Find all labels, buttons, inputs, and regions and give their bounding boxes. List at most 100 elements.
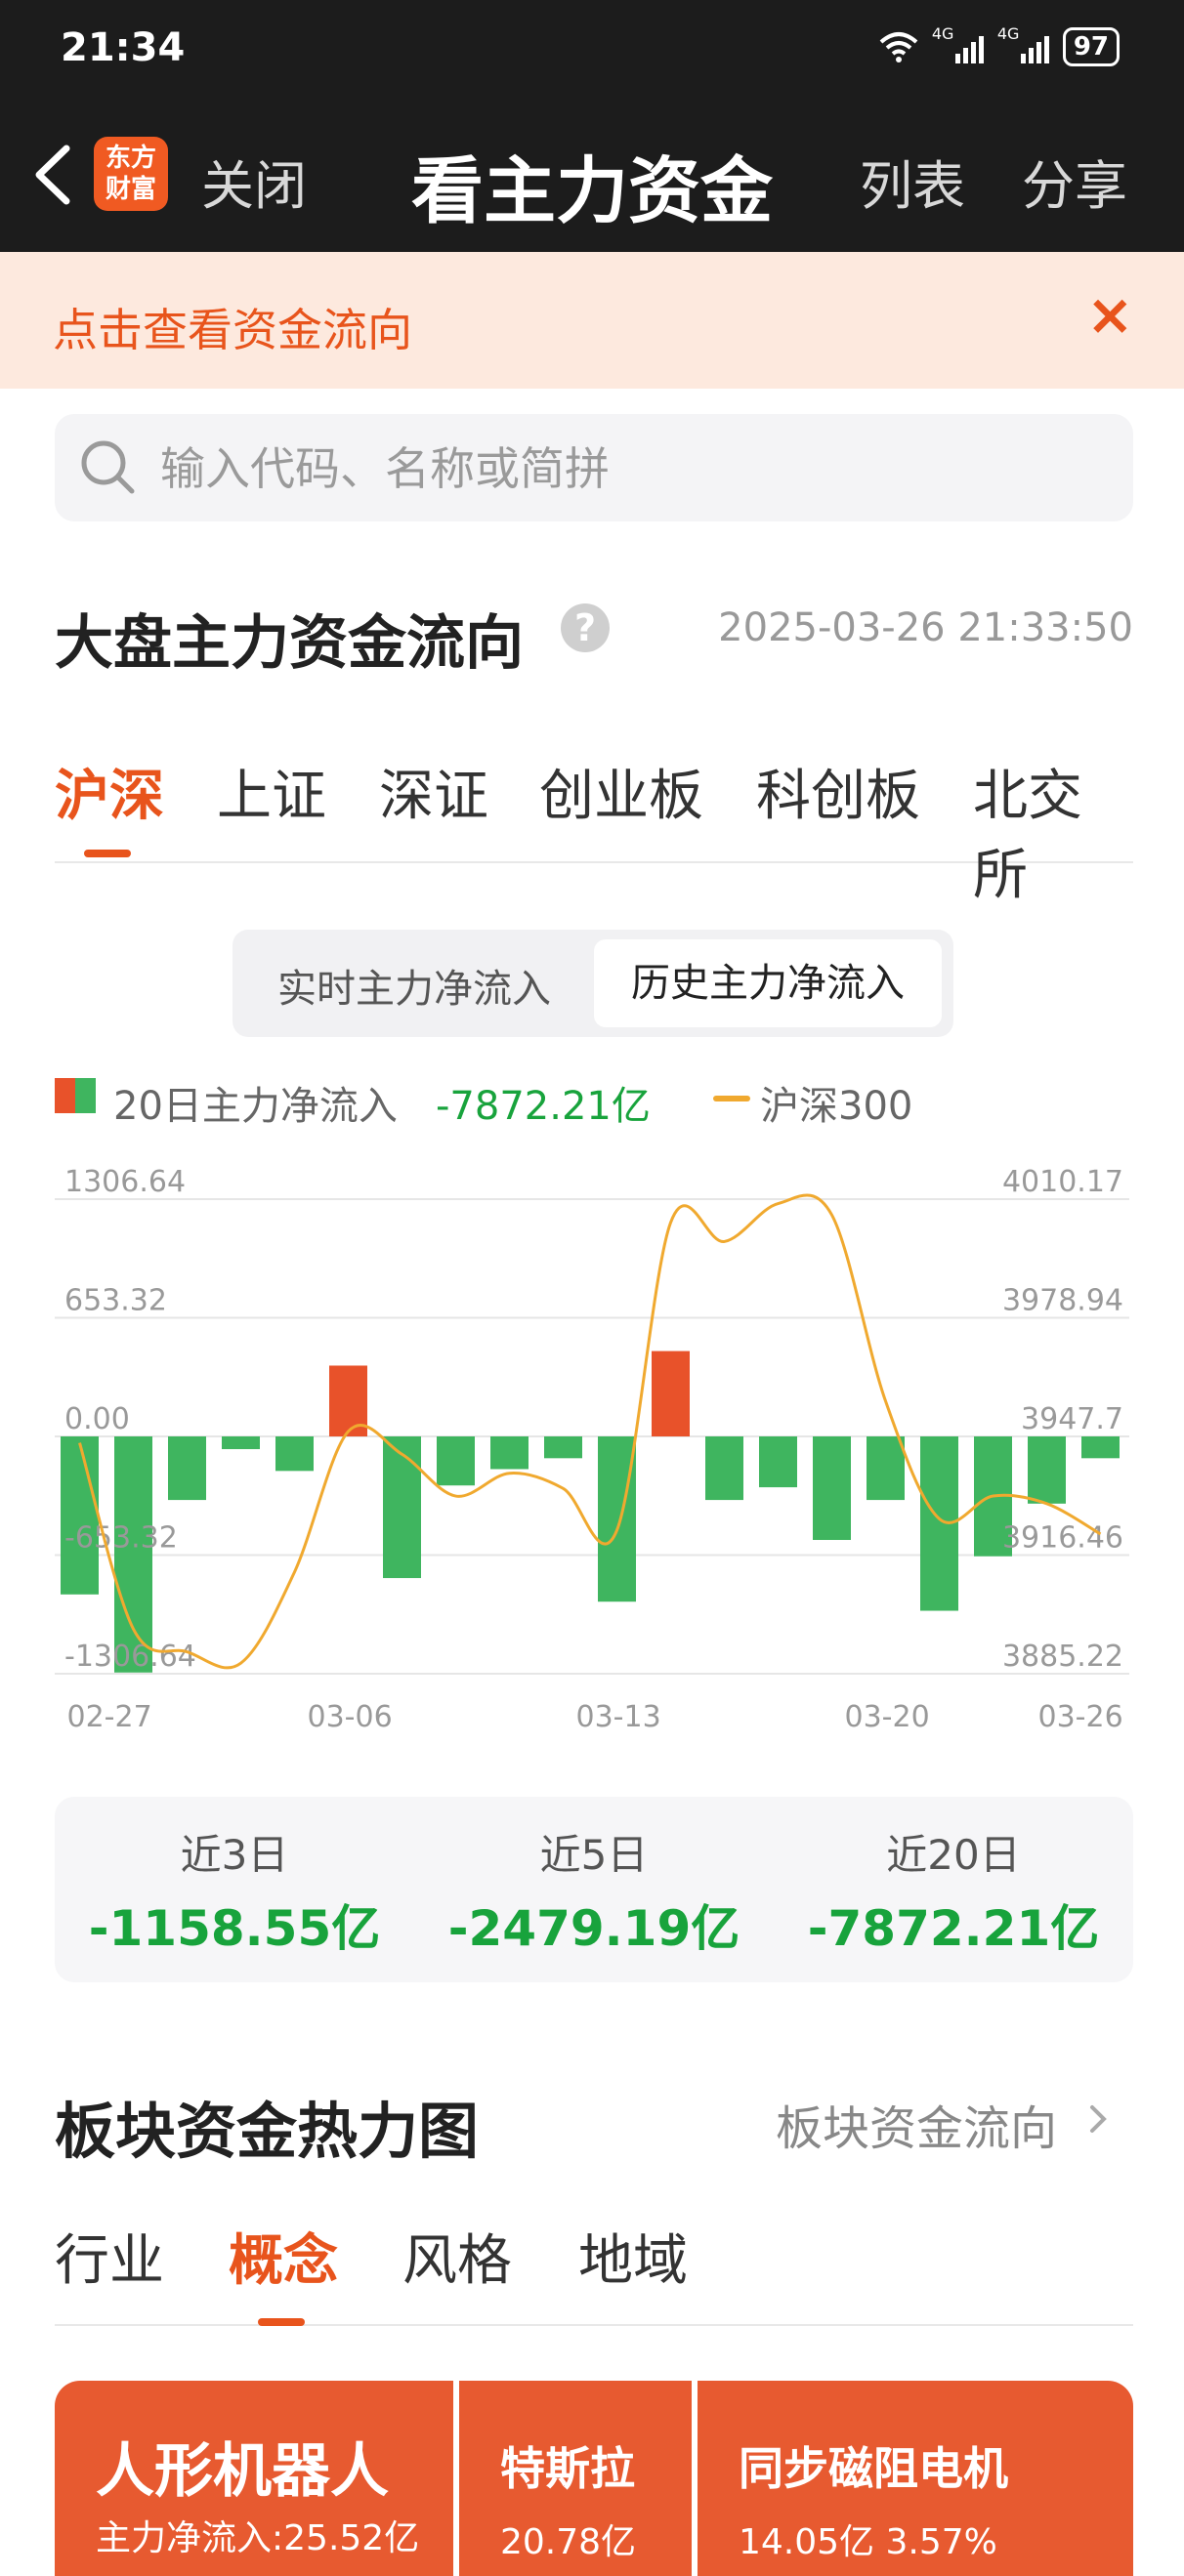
tab-beijiaosuo[interactable]: 北交所 — [973, 752, 1133, 910]
tab-chuangyeban[interactable]: 创业板 — [539, 752, 703, 831]
sector-heatmap: 人形机器人 主力净流入:25.52亿 特斯拉 20.78亿 同步磁阻电机 14.… — [55, 2381, 1133, 2576]
y2-tick-label: 3885.22 — [1002, 1640, 1123, 1674]
y-tick-label: -653.32 — [64, 1521, 178, 1556]
bar-03-11 — [490, 1436, 529, 1470]
bar-03-05 — [275, 1436, 314, 1472]
y-tick-label: 653.32 — [64, 1284, 167, 1318]
tab-industry[interactable]: 行业 — [55, 2217, 164, 2296]
bar-03-25 — [1028, 1436, 1066, 1504]
network-type-2: 4G — [996, 24, 1020, 43]
summary-label: 近20日 — [886, 1831, 1021, 1879]
bar-03-18 — [759, 1436, 797, 1488]
tab-hushen[interactable]: 沪深 — [55, 752, 164, 857]
sector-flow-link[interactable]: 板块资金流向 — [776, 2090, 1057, 2158]
bar-03-20 — [867, 1436, 905, 1501]
battery-icon: 97 — [1062, 27, 1120, 66]
bar-03-10 — [437, 1436, 475, 1486]
y2-tick-label: 3978.94 — [1002, 1284, 1123, 1318]
x-tick-label: 03-20 — [845, 1700, 930, 1734]
summary-value: -7872.21亿 — [807, 1900, 1100, 1957]
net-inflow-swatch — [55, 1078, 96, 1113]
heatmap-cell-name: 同步磁阻电机 — [739, 2442, 1008, 2495]
y2-tick-label: 4010.17 — [1002, 1165, 1123, 1199]
bar-03-19 — [813, 1436, 851, 1541]
tab-kechuangban[interactable]: 科创板 — [756, 752, 920, 831]
index-line-swatch — [713, 1096, 750, 1101]
net-inflow-value: -7872.21亿 — [436, 1084, 651, 1129]
heatmap-cell-name: 特斯拉 — [500, 2442, 635, 2495]
bar-03-04 — [222, 1436, 260, 1450]
bar-03-17 — [705, 1436, 743, 1501]
tab-label: 沪深 — [55, 765, 164, 828]
update-timestamp: 2025-03-26 21:33:50 — [718, 605, 1133, 650]
bar-03-13 — [598, 1436, 636, 1602]
summary-value: -2479.19亿 — [447, 1900, 740, 1957]
x-tick-label: 02-27 — [67, 1700, 152, 1734]
sector-heatmap-title: 板块资金热力图 — [55, 2096, 480, 2167]
y-tick-label: -1306.64 — [64, 1640, 196, 1674]
bar-03-07 — [383, 1436, 421, 1579]
tab-style[interactable]: 风格 — [402, 2217, 512, 2296]
y2-tick-label: 3916.46 — [1002, 1521, 1123, 1556]
history-toggle-option[interactable]: 历史主力净流入 — [594, 939, 942, 1027]
market-flow-title: 大盘主力资金流向 — [55, 609, 524, 678]
status-icons: 4G 4G 97 — [879, 24, 1120, 66]
board-tabs: 行业 概念 风格 地域 — [55, 2217, 1133, 2326]
list-button[interactable]: 列表 — [860, 143, 965, 220]
nav-bar: 东方 财富 关闭 看主力资金 列表 分享 — [0, 98, 1184, 252]
bar-03-12 — [544, 1436, 582, 1459]
tab-concept[interactable]: 概念 — [229, 2217, 338, 2326]
active-tab-indicator — [84, 850, 131, 857]
heatmap-cell-value: 主力净流入:25.52亿 — [96, 2518, 420, 2558]
bar-03-03 — [168, 1436, 206, 1501]
tab-shenzheng[interactable]: 深证 — [379, 752, 488, 831]
signal-icon-2: 4G — [997, 24, 1049, 63]
fund-flow-chart[interactable]: 1306.64 653.32 0.00 -653.32 -1306.64 4010.17 3… — [0, 1152, 1184, 1738]
search-icon — [81, 440, 135, 494]
bar-02-27 — [61, 1436, 99, 1595]
search-bar[interactable] — [55, 414, 1133, 521]
y-tick-label: 1306.64 — [64, 1165, 186, 1199]
bar-03-14 — [652, 1350, 690, 1436]
realtime-toggle-option[interactable]: 实时主力净流入 — [277, 957, 551, 1014]
banner-close-icon[interactable]: × — [1086, 281, 1134, 348]
flow-mode-toggle: 实时主力净流入 历史主力净流入 — [233, 930, 953, 1037]
tab-label: 概念 — [229, 2229, 338, 2293]
summary-value: -1158.55亿 — [88, 1900, 381, 1957]
heatmap-cell[interactable]: 人形机器人 主力净流入:25.52亿 — [55, 2381, 453, 2576]
y2-tick-label: 3947.7 — [1021, 1402, 1123, 1436]
signal-icon: 4G — [932, 24, 984, 63]
summary-20d: 近20日 -7872.21亿 — [774, 1822, 1133, 1960]
share-button[interactable]: 分享 — [1022, 143, 1127, 220]
tab-region[interactable]: 地域 — [578, 2217, 688, 2296]
heatmap-cell-value: 20.78亿 — [500, 2522, 637, 2562]
x-tick-label: 03-26 — [1038, 1700, 1123, 1734]
status-bar: 21:34 4G 4G 97 — [0, 0, 1184, 98]
net-inflow-label: 20日主力净流入 — [113, 1084, 398, 1129]
page-title: 看主力资金 — [411, 149, 773, 233]
banner-text[interactable]: 点击查看资金流向 — [53, 295, 412, 359]
heatmap-cell[interactable]: 特斯拉 20.78亿 — [459, 2381, 692, 2576]
y-tick-label: 0.00 — [64, 1402, 130, 1436]
status-time: 21:34 — [61, 25, 186, 70]
active-tab-indicator — [258, 2318, 305, 2326]
market-tabs: 沪深 上证 深证 创业板 科创板 北交所 — [55, 752, 1133, 907]
heatmap-cell[interactable]: 同步磁阻电机 14.05亿 3.57% — [698, 2381, 1133, 2576]
fund-flow-banner[interactable]: 点击查看资金流向 × — [0, 252, 1184, 389]
chevron-right-icon[interactable] — [1086, 2099, 1110, 2139]
help-icon[interactable]: ? — [561, 603, 610, 652]
summary-3d: 近3日 -1158.55亿 — [55, 1822, 414, 1960]
search-input[interactable] — [158, 434, 1041, 504]
x-tick-label: 03-06 — [308, 1700, 393, 1734]
network-type-1: 4G — [931, 24, 954, 43]
heatmap-cell-value: 14.05亿 3.57% — [739, 2522, 997, 2562]
chart-legend: 20日主力净流入 -7872.21亿 沪深300 — [55, 1074, 1133, 1133]
tab-shangzheng[interactable]: 上证 — [217, 752, 326, 831]
bar-03-26 — [1081, 1436, 1120, 1459]
summary-label: 近5日 — [539, 1831, 649, 1879]
wifi-icon — [879, 32, 918, 62]
heatmap-cell-name: 人形机器人 — [96, 2437, 389, 2506]
x-tick-label: 03-13 — [576, 1700, 661, 1734]
summary-panel: 近3日 -1158.55亿 近5日 -2479.19亿 近20日 -7872.2… — [55, 1797, 1133, 1982]
summary-5d: 近5日 -2479.19亿 — [414, 1822, 774, 1960]
